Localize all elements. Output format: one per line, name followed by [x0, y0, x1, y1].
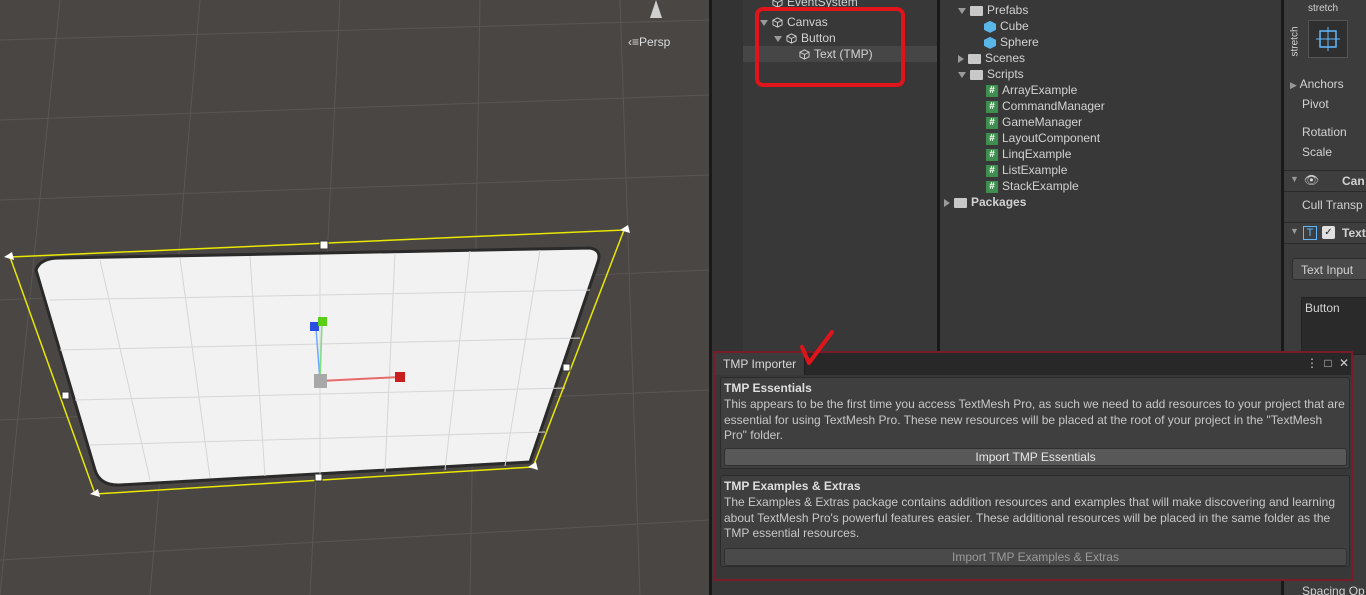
project-script-gamemanager[interactable]: # GameManager	[986, 114, 1082, 130]
collapse-arrow-icon[interactable]	[944, 198, 950, 207]
pivot-label: Pivot	[1302, 97, 1329, 111]
persp-label[interactable]: ‹≡Persp	[628, 35, 670, 49]
project-item-sphere[interactable]: Sphere	[984, 34, 1039, 50]
project-folder-scripts[interactable]: Scripts	[958, 66, 1024, 82]
import-tmp-essentials-button[interactable]: Import TMP Essentials	[724, 448, 1347, 466]
tmp-extras-title: TMP Examples & Extras	[724, 479, 861, 493]
project-script-stackexample[interactable]: # StackExample	[986, 178, 1079, 194]
project-script-linqexample[interactable]: # LinqExample	[986, 146, 1071, 162]
button-image-quad	[34, 246, 601, 487]
folder-icon	[970, 69, 983, 80]
project-folder-scenes[interactable]: Scenes	[958, 50, 1025, 66]
project-folder-packages[interactable]: Packages	[944, 194, 1026, 210]
eye-icon: 👁	[1304, 173, 1320, 187]
rotation-label: Rotation	[1302, 125, 1347, 139]
orientation-gizmo-icon	[650, 0, 662, 18]
annotation-checkmark	[800, 330, 834, 365]
project-script-commandmanager[interactable]: # CommandManager	[986, 98, 1105, 114]
csharp-script-icon: #	[986, 84, 998, 97]
scale-label: Scale	[1302, 145, 1333, 159]
csharp-script-icon: #	[986, 116, 998, 129]
csharp-script-icon: #	[986, 100, 998, 113]
scene-view[interactable]: ‹≡Persp	[0, 0, 709, 595]
foldout-arrow-icon[interactable]: ▼	[1290, 226, 1299, 236]
close-icon[interactable]: ✕	[1337, 356, 1351, 370]
maximize-icon[interactable]: □	[1321, 356, 1335, 370]
spacing-options-label: Spacing Op	[1302, 584, 1365, 595]
tmp-importer-tab[interactable]: TMP Importer	[715, 353, 806, 375]
project-script-arrayexample[interactable]: # ArrayExample	[986, 82, 1077, 98]
hierarchy-gutter	[712, 0, 743, 352]
textmeshpro-icon: T	[1303, 226, 1317, 240]
more-options-icon[interactable]: ⋮	[1305, 356, 1319, 370]
anchor-preset-side-label: stretch	[1289, 26, 1301, 57]
expand-arrow-icon[interactable]	[958, 7, 966, 14]
prefab-icon	[984, 20, 996, 33]
cull-transparent-label: Cull Transp	[1302, 198, 1363, 212]
project-script-listexample[interactable]: # ListExample	[986, 162, 1067, 178]
hierarchy-panel: EventSystem Canvas Button Text (TMP)	[712, 0, 937, 352]
anchor-preset-top-label: stretch	[1308, 3, 1339, 14]
textmeshpro-title: Text	[1342, 226, 1366, 240]
project-folder-prefabs[interactable]: Prefabs	[958, 2, 1028, 18]
foldout-arrow-icon[interactable]: ▼	[1290, 174, 1299, 184]
anchor-preset-icon	[1316, 27, 1340, 51]
tmp-extras-description: The Examples & Extras package contains a…	[724, 495, 1335, 540]
scene-canvas[interactable]	[0, 0, 709, 595]
project-script-layoutcomponent[interactable]: # LayoutComponent	[986, 130, 1100, 146]
tmp-importer-window: TMP Importer ⋮ □ ✕ TMP Essentials This a…	[713, 330, 1353, 581]
prefab-icon	[984, 36, 996, 49]
anchor-preset-button[interactable]	[1308, 20, 1348, 58]
folder-icon	[968, 53, 981, 64]
enabled-checkbox[interactable]: ✓	[1322, 226, 1335, 239]
project-panel: Prefabs Cube Sphere Scenes Scripts # Arra…	[940, 0, 1281, 352]
tmp-essentials-title: TMP Essentials	[724, 381, 812, 395]
text-input-field[interactable]: Button	[1301, 297, 1366, 355]
folder-icon	[954, 197, 967, 208]
collapse-arrow-icon[interactable]	[958, 54, 964, 63]
csharp-script-icon: #	[986, 148, 998, 161]
text-input-tab[interactable]: Text Input	[1292, 258, 1366, 280]
anchors-foldout[interactable]: ▶ Anchors	[1290, 77, 1344, 91]
canvas-renderer-header[interactable]: ▼ 👁 Can	[1284, 170, 1366, 192]
csharp-script-icon: #	[986, 164, 998, 177]
folder-icon	[970, 5, 983, 16]
csharp-script-icon: #	[986, 132, 998, 145]
tmp-extras-section: TMP Examples & Extras The Examples & Ext…	[720, 475, 1350, 567]
canvas-renderer-title: Can	[1342, 174, 1365, 188]
import-tmp-extras-button[interactable]: Import TMP Examples & Extras	[724, 548, 1347, 566]
tmp-essentials-section: TMP Essentials This appears to be the fi…	[720, 377, 1350, 469]
textmeshpro-header[interactable]: ▼ T ✓ Text	[1284, 222, 1366, 244]
project-item-cube[interactable]: Cube	[984, 18, 1029, 34]
tmp-essentials-description: This appears to be the first time you ac…	[724, 397, 1345, 442]
csharp-script-icon: #	[986, 180, 998, 193]
annotation-red-box	[755, 7, 905, 87]
expand-arrow-icon[interactable]	[958, 71, 966, 78]
